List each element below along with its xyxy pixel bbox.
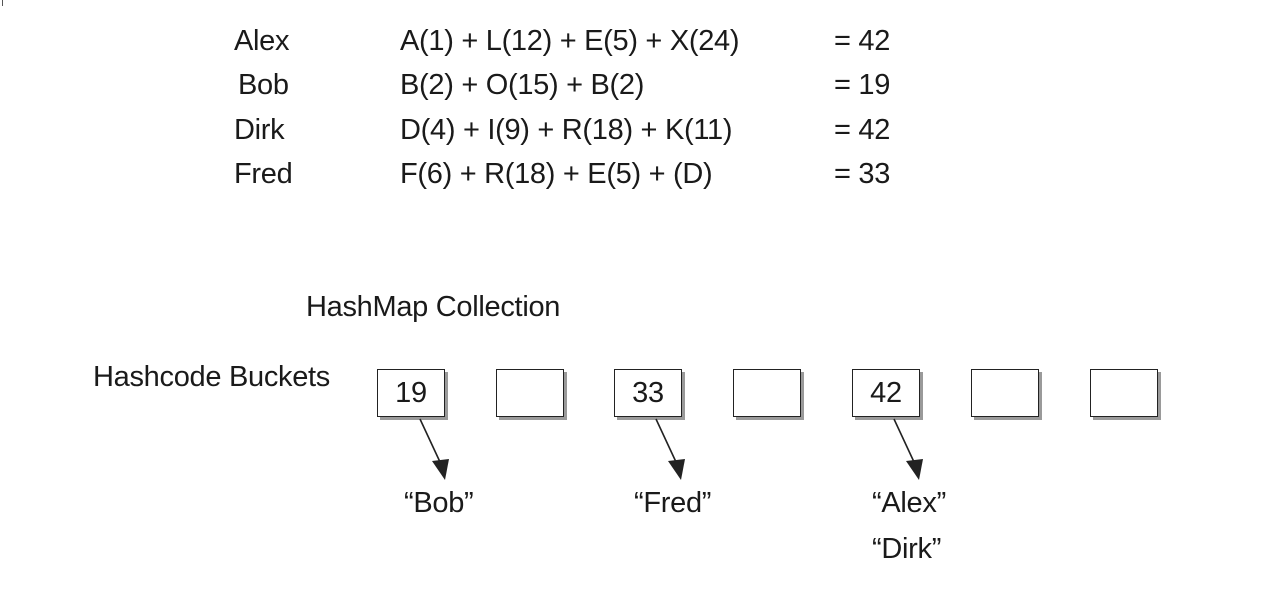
bucket-entry: “Alex” bbox=[872, 487, 946, 519]
arrow-bucket-33 bbox=[655, 418, 685, 480]
bucket-entry: “Bob” bbox=[404, 487, 474, 519]
arrow-bucket-42 bbox=[893, 418, 923, 480]
bucket-entry: “Fred” bbox=[634, 487, 712, 519]
arrow-bucket-19 bbox=[419, 418, 449, 480]
bucket-entry: “Dirk” bbox=[872, 533, 942, 565]
